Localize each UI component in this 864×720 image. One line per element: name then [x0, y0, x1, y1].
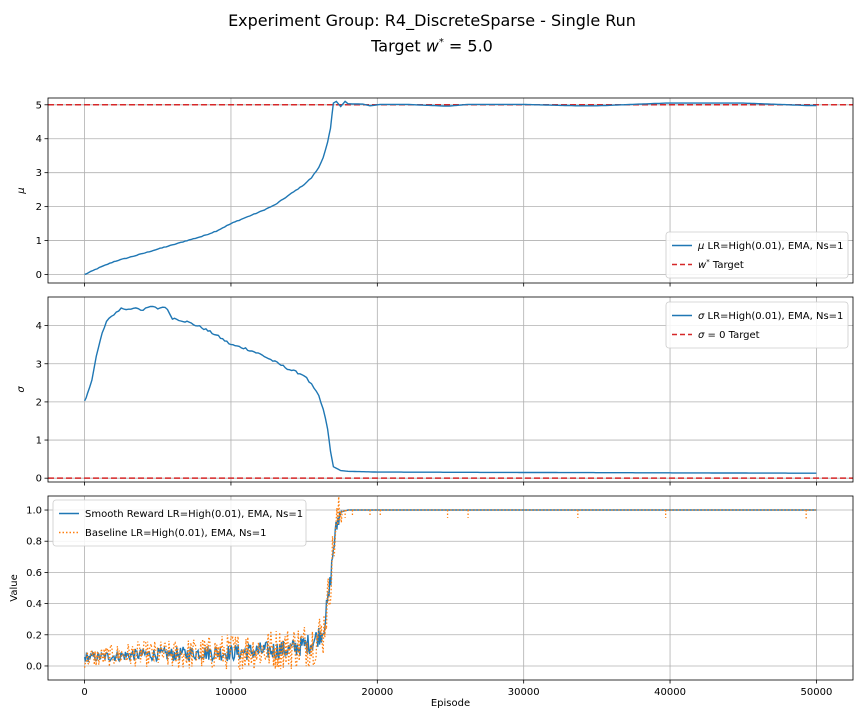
y-tick-label: 0.0: [26, 661, 42, 672]
legend-rest: LR=High(0.01), EMA, Ns=1: [704, 311, 843, 322]
panel-1: 012345μμ LR=High(0.01), EMA, Ns=1w* Targ…: [16, 97, 854, 287]
legend-symbol: μ: [697, 241, 704, 252]
y-tick-label: 1.0: [26, 506, 42, 517]
y-axis-label: σ: [16, 386, 27, 393]
legend-label: w* Target: [698, 258, 744, 271]
legend-label: σ = 0 Target: [698, 330, 760, 341]
y-tick-label: 3: [36, 359, 42, 370]
y-tick-label: 0.8: [26, 537, 42, 548]
x-axis-label: Episode: [431, 698, 470, 709]
x-tick-label: 50000: [801, 687, 833, 698]
legend-label: Smooth Reward LR=High(0.01), EMA, Ns=1: [85, 509, 303, 520]
y-axis-label: Value: [9, 574, 20, 601]
legend-label: σ LR=High(0.01), EMA, Ns=1: [698, 311, 843, 322]
y-axis-label: μ: [16, 187, 27, 194]
x-tick-label: 40000: [654, 687, 686, 698]
x-tick-label: 10000: [215, 687, 247, 698]
x-tick-label: 20000: [361, 687, 393, 698]
legend-rest: Target: [710, 260, 744, 271]
y-tick-label: 0.2: [26, 630, 42, 641]
legend-label: Baseline LR=High(0.01), EMA, Ns=1: [85, 528, 266, 539]
legend: σ LR=High(0.01), EMA, Ns=1 σ = 0 Target: [665, 301, 849, 349]
legend-box: [52, 499, 307, 547]
y-tick-label: 4: [36, 321, 42, 332]
legend-box: [665, 231, 849, 279]
y-tick-label: 1: [36, 436, 42, 447]
chart-figure: 012345μμ LR=High(0.01), EMA, Ns=1w* Targ…: [9, 97, 854, 709]
y-tick-label: 5: [36, 100, 42, 111]
panel-3: 0.0 0.2 0.4 0.6 0.8 1.0 0 10000 20000 30000 40000 5…: [9, 495, 854, 698]
y-tick-label: 4: [36, 134, 42, 145]
legend-label: μ LR=High(0.01), EMA, Ns=1: [697, 241, 843, 252]
legend-rest: = 0 Target: [704, 330, 759, 341]
legend: μ LR=High(0.01), EMA, Ns=1 w* Target: [665, 231, 849, 279]
legend: Smooth Reward LR=High(0.01), EMA, Ns=1 Ba…: [52, 499, 307, 547]
x-tick-label: 30000: [508, 687, 540, 698]
panel-2: 0 1 2 3 4 σ σ LR=High(0.01), EMA, Ns=1 σ = 0 Ta…: [16, 296, 854, 486]
y-tick-label: 2: [36, 397, 42, 408]
y-tick-label: 3: [36, 168, 42, 179]
y-tick-label: 1: [36, 236, 42, 247]
y-tick-label: 0: [36, 270, 42, 281]
y-tick-label: 0.4: [26, 599, 42, 610]
y-tick-label: 0: [36, 474, 42, 485]
x-tick-label: 0: [81, 687, 87, 698]
legend-rest: LR=High(0.01), EMA, Ns=1: [704, 241, 843, 252]
y-tick-label: 0.6: [26, 568, 42, 579]
y-tick-label: 2: [36, 202, 42, 213]
legend-box: [665, 301, 849, 349]
